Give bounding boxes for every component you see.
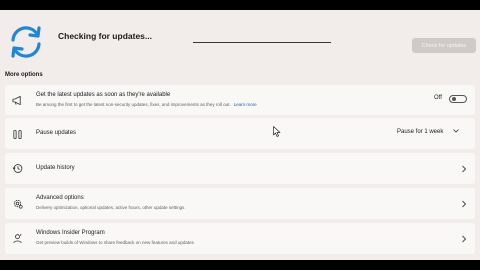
latest-updates-card: Get the latest updates as soon as they'r… xyxy=(5,85,475,115)
windows-insider-description: Get preview builds of Windows to share f… xyxy=(36,240,194,245)
sync-icon xyxy=(11,26,41,58)
bottom-letterbox xyxy=(0,260,480,270)
pause-duration-value: Pause for 1 week xyxy=(397,129,444,135)
chevron-right-icon xyxy=(462,200,467,208)
chevron-right-icon xyxy=(462,235,467,243)
progress-bar xyxy=(193,42,331,43)
chevron-down-icon xyxy=(453,129,459,133)
windows-insider-card[interactable]: Windows Insider Program Get preview buil… xyxy=(5,223,475,254)
check-for-updates-button[interactable]: Check for updates xyxy=(412,38,476,53)
advanced-options-description: Delivery optimization, optional updates,… xyxy=(36,205,185,210)
toggle-state-label: Off xyxy=(434,95,442,101)
chevron-right-icon xyxy=(462,165,467,173)
section-title: More options xyxy=(5,72,43,78)
progress-fill xyxy=(193,42,331,43)
update-history-title: Update history xyxy=(36,165,75,171)
latest-updates-toggle[interactable] xyxy=(449,95,467,103)
top-letterbox xyxy=(0,0,480,10)
pause-icon xyxy=(13,129,22,140)
latest-updates-description: Be among the first to get the latest non… xyxy=(36,102,257,107)
history-icon xyxy=(12,164,23,173)
megaphone-icon xyxy=(12,95,21,106)
latest-updates-description-text: Be among the first to get the latest non… xyxy=(36,102,231,107)
gear-icon xyxy=(13,199,23,209)
mouse-cursor-icon xyxy=(273,126,281,137)
advanced-options-card[interactable]: Advanced options Delivery optimization, … xyxy=(5,188,475,219)
update-history-card[interactable]: Update history xyxy=(5,153,475,184)
learn-more-link[interactable]: Learn more xyxy=(234,102,257,107)
insider-icon xyxy=(13,233,22,244)
pause-duration-select[interactable]: Pause for 1 week xyxy=(397,129,459,135)
advanced-options-title: Advanced options xyxy=(36,195,84,201)
status-title: Checking for updates... xyxy=(58,31,152,41)
pause-updates-title: Pause updates xyxy=(36,130,77,136)
toggle-knob xyxy=(452,97,456,101)
windows-insider-title: Windows Insider Program xyxy=(36,230,105,236)
latest-updates-title: Get the latest updates as soon as they'r… xyxy=(36,92,171,98)
